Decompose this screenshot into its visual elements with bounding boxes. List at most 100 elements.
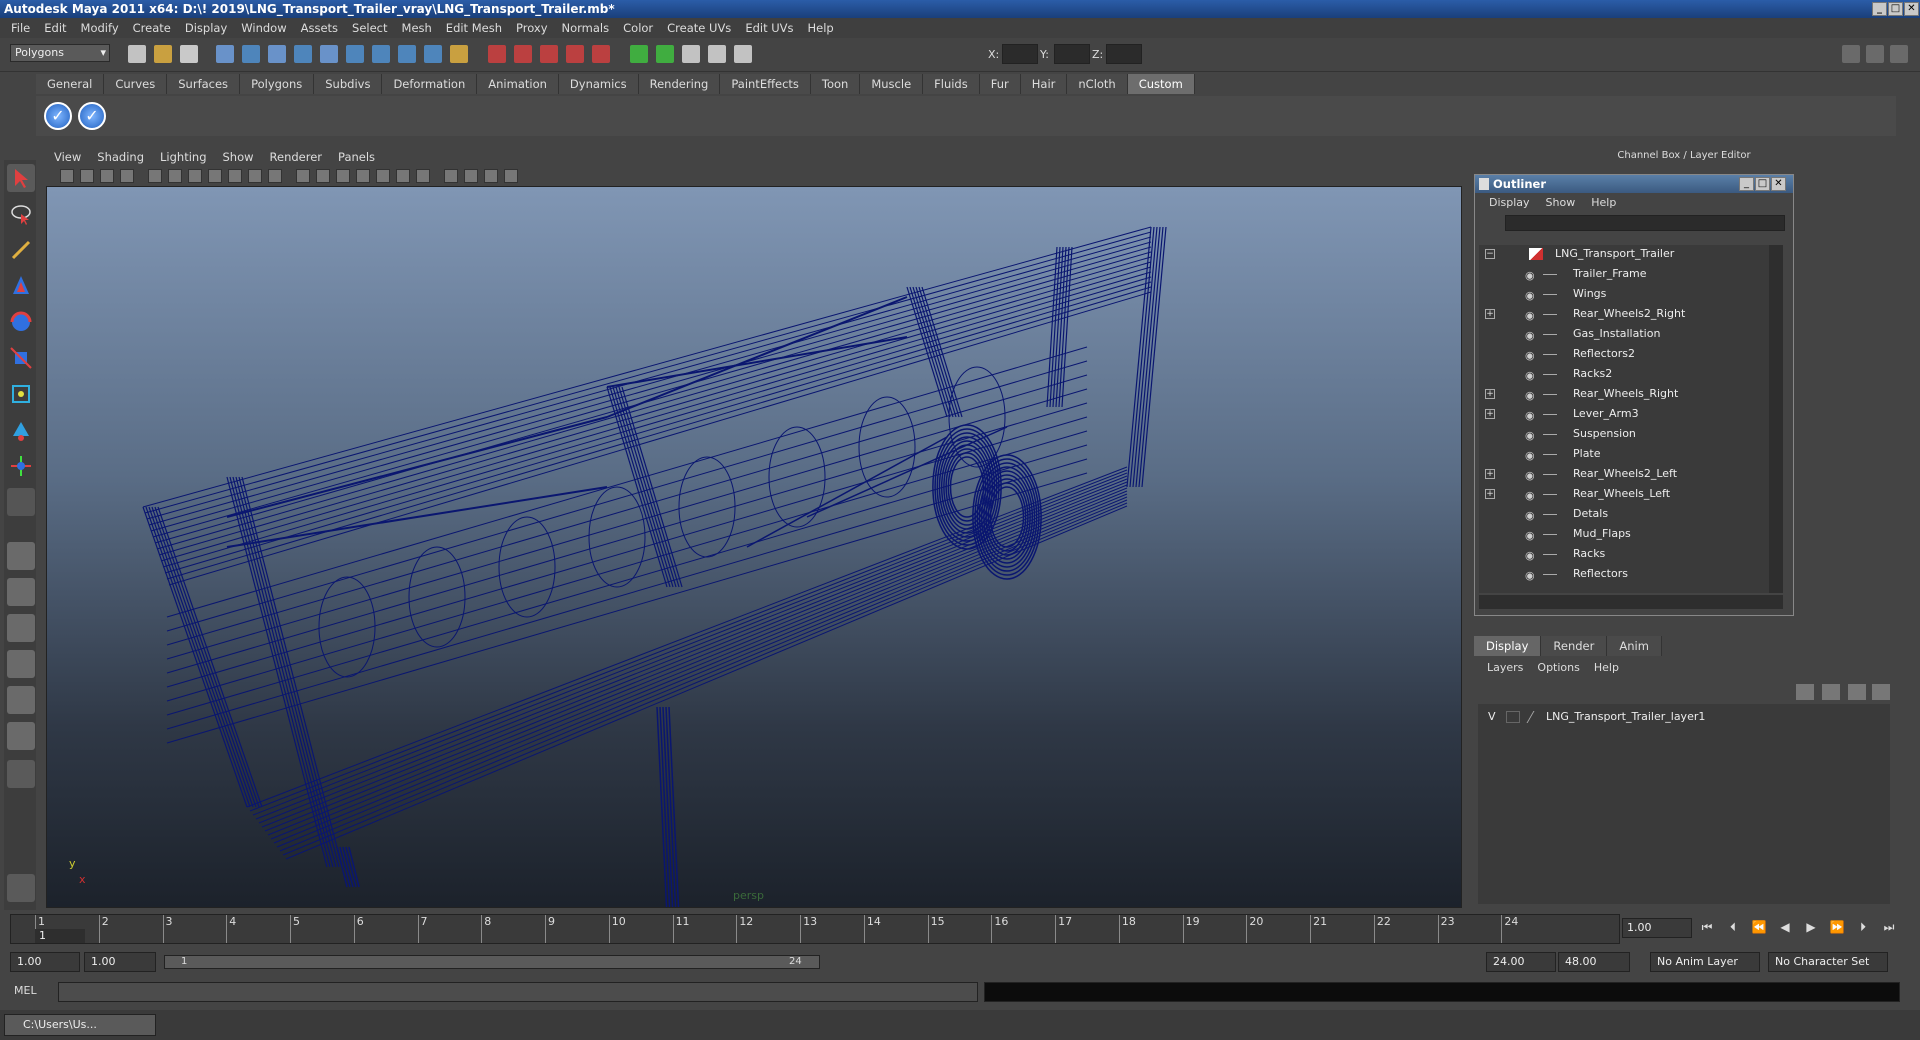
new-layer-selected-icon[interactable] [1822,684,1840,700]
tool-settings-toggle-icon[interactable] [1890,45,1908,63]
graph-persp-layout-icon[interactable] [7,650,35,678]
playback-start-field[interactable]: 1.00 [84,952,156,972]
history-icon[interactable] [450,45,468,63]
hand-tool-icon[interactable] [7,760,35,788]
layer-name[interactable]: LNG_Transport_Trailer_layer1 [1546,708,1705,726]
attribute-editor-toggle-icon[interactable] [1866,45,1884,63]
menu-item-select[interactable]: Select [345,21,394,35]
soft-mod-icon[interactable] [7,416,35,444]
outliner-item[interactable]: ◉ Racks [1479,545,1769,563]
shelf-tab-muscle[interactable]: Muscle [860,74,924,94]
channel-box-toggle-icon[interactable] [1842,45,1860,63]
custom-check-icon[interactable]: ✓ [44,102,72,130]
textured-icon[interactable] [356,169,370,183]
high-quality-icon[interactable] [416,169,430,183]
layer-menu-options[interactable]: Options [1530,661,1586,674]
close-icon[interactable]: ✕ [1904,2,1919,16]
outliner-item[interactable]: ◉ Reflectors [1479,565,1769,583]
animation-end-field[interactable]: 48.00 [1558,952,1630,972]
snap-curve-icon[interactable] [320,45,338,63]
expand-icon[interactable]: + [1485,389,1495,399]
layer-tab-anim[interactable]: Anim [1607,636,1662,656]
snap-grid-icon[interactable] [294,45,312,63]
grid-icon[interactable] [148,169,162,183]
layer-menu-layers[interactable]: Layers [1480,661,1530,674]
shelf-tab-fur[interactable]: Fur [979,74,1021,94]
gate-mask-icon[interactable] [208,169,222,183]
outliner-horizontal-scrollbar[interactable] [1479,595,1783,609]
viewport-menu-panels[interactable]: Panels [330,150,383,164]
expand-icon[interactable]: + [1485,489,1495,499]
outliner-vertical-scrollbar[interactable] [1769,245,1783,593]
outliner-maximize-icon[interactable]: □ [1755,177,1770,191]
move-tool-icon[interactable] [7,272,35,300]
lasso-tool-icon[interactable] [7,200,35,228]
playback-end-field[interactable]: 24.00 [1486,952,1556,972]
range-slider[interactable]: 1 24 [164,955,820,969]
outliner-item[interactable]: ◉ Gas_Installation [1479,325,1769,343]
four-pane-layout-icon[interactable] [7,578,35,606]
outliner-item[interactable]: ◉ Suspension [1479,425,1769,443]
layer-move-down-icon[interactable] [1872,684,1890,700]
shadows-icon[interactable] [396,169,410,183]
play-forward-icon[interactable]: ▶ [1800,920,1822,938]
taskbar-item[interactable]: C:\Users\Us... [4,1014,156,1036]
shelf-tab-custom[interactable]: Custom [1127,74,1195,94]
character-set-dropdown[interactable]: No Character Set [1768,952,1888,972]
outliner-item[interactable]: ◉ Plate [1479,445,1769,463]
menu-item-create-uvs[interactable]: Create UVs [660,21,738,35]
current-frame-field[interactable]: 1.00 [1622,918,1692,938]
construction-history-icon[interactable] [682,45,700,63]
outliner-item[interactable]: ◉ Racks2 [1479,365,1769,383]
layer-menu-help[interactable]: Help [1587,661,1626,674]
command-input[interactable] [58,982,978,1002]
menu-item-normals[interactable]: Normals [555,21,617,35]
expand-icon[interactable]: + [1485,409,1495,419]
menu-item-edit-uvs[interactable]: Edit UVs [738,21,800,35]
step-back-icon[interactable]: ⏴ [1722,920,1744,938]
outliner-menu-display[interactable]: Display [1481,196,1538,209]
shelf-tab-fluids[interactable]: Fluids [923,74,980,94]
backface-icon[interactable] [504,169,518,183]
outliner-menu-show[interactable]: Show [1538,196,1584,209]
snap-plane-icon[interactable] [372,45,390,63]
paint-effects-icon[interactable] [7,874,35,902]
expand-icon[interactable]: + [1485,469,1495,479]
shelf-tab-hair[interactable]: Hair [1020,74,1068,94]
menu-item-modify[interactable]: Modify [74,21,126,35]
hypershade-icon[interactable] [566,45,584,63]
layer-tab-render[interactable]: Render [1541,636,1608,656]
menu-item-color[interactable]: Color [616,21,660,35]
viewport-menu-lighting[interactable]: Lighting [152,150,214,164]
menu-item-edit[interactable]: Edit [37,21,73,35]
select-component-icon[interactable] [268,45,286,63]
command-language-label[interactable]: MEL [14,984,37,997]
menu-item-edit-mesh[interactable]: Edit Mesh [439,21,509,35]
layer-tab-display[interactable]: Display [1474,636,1542,656]
menu-item-create[interactable]: Create [126,21,178,35]
safe-title-icon[interactable] [268,169,282,183]
menu-item-assets[interactable]: Assets [294,21,345,35]
step-back-key-icon[interactable]: ⏪ [1748,920,1770,938]
new-layer-icon[interactable] [1796,684,1814,700]
outliner-close-icon[interactable]: ✕ [1771,177,1786,191]
show-manip-icon[interactable] [7,452,35,480]
select-tool-icon[interactable] [7,164,35,192]
outliner-item[interactable]: − LNG_Transport_Trailer [1479,245,1769,263]
time-slider[interactable]: 1 2 3 4 5 6 7 8 9 10 11 12 13 14 15 16 17 18 19 20 21 22 23 24 1 [10,914,1620,944]
paint-select-icon[interactable] [7,236,35,264]
film-gate-icon[interactable] [168,169,182,183]
shelf-tab-dynamics[interactable]: Dynamics [558,74,639,94]
shelf-tab-rendering[interactable]: Rendering [638,74,721,94]
wireframe-on-shaded-icon[interactable] [336,169,350,183]
anim-layer-dropdown[interactable]: No Anim Layer [1650,952,1760,972]
select-object-icon[interactable] [242,45,260,63]
select-hierarchy-icon[interactable] [216,45,234,63]
outliner-item[interactable]: + ◉ Lever_Arm3 [1479,405,1769,423]
layer-row[interactable]: V LNG_Transport_Trailer_layer1 [1478,708,1890,726]
shelf-tab-polygons[interactable]: Polygons [240,74,315,94]
render-view-icon[interactable] [592,45,610,63]
rotate-tool-icon[interactable] [7,308,35,336]
mode-selector[interactable]: Polygons [10,44,110,62]
layer-visibility-toggle[interactable]: V [1488,708,1496,726]
